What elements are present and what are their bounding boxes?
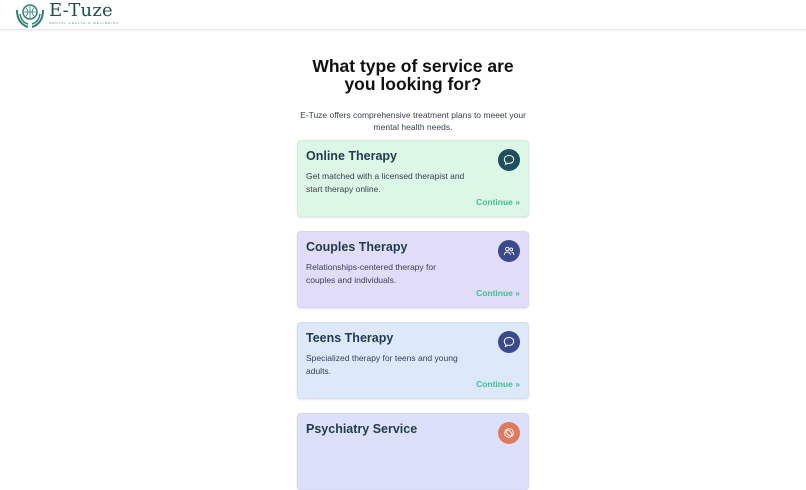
logo-name: E-Tuze (49, 0, 113, 21)
chat-bubble-icon (498, 331, 520, 353)
card-description: Specialized therapy for teens and young … (306, 353, 458, 376)
card-description: Get matched with a licensed therapist an… (306, 171, 465, 194)
users-icon (498, 240, 520, 262)
card-title: Psychiatry Service (306, 422, 418, 436)
logo-hands-icon (16, 4, 44, 28)
card-title: Online Therapy (306, 149, 397, 163)
logo-tagline: MENTAL HEALTH & WELLBEING (49, 21, 120, 25)
card-title: Couples Therapy (306, 240, 408, 254)
service-card-couples-therapy[interactable]: Couples Therapy Relationships-centered t… (297, 231, 529, 308)
continue-link[interactable]: Continue » (476, 288, 520, 298)
service-card-psychiatry-service[interactable]: Psychiatry Service (297, 413, 529, 490)
card-description: Relationships-centered therapy for coupl… (306, 262, 436, 285)
service-selection: What type of service are you looking for… (297, 57, 529, 133)
pill-icon (498, 422, 520, 444)
page-title: What type of service are you looking for… (312, 56, 514, 94)
continue-link[interactable]: Continue » (476, 197, 520, 207)
logo-text: E-Tuze MENTAL HEALTH & WELLBEING (49, 0, 120, 26)
page-subtitle: E-Tuze offers comprehensive treatment pl… (300, 110, 526, 132)
service-card-teens-therapy[interactable]: Teens Therapy Specialized therapy for te… (297, 322, 529, 399)
logo-link[interactable]: E-Tuze MENTAL HEALTH & WELLBEING (14, 0, 119, 29)
service-card-online-therapy[interactable]: Online Therapy Get matched with a licens… (297, 140, 529, 217)
card-title: Teens Therapy (306, 331, 394, 345)
continue-link[interactable]: Continue » (476, 379, 520, 389)
service-list: Online Therapy Get matched with a licens… (297, 140, 529, 490)
chat-bubble-icon (498, 149, 520, 171)
top-header: E-Tuze MENTAL HEALTH & WELLBEING (0, 0, 806, 30)
